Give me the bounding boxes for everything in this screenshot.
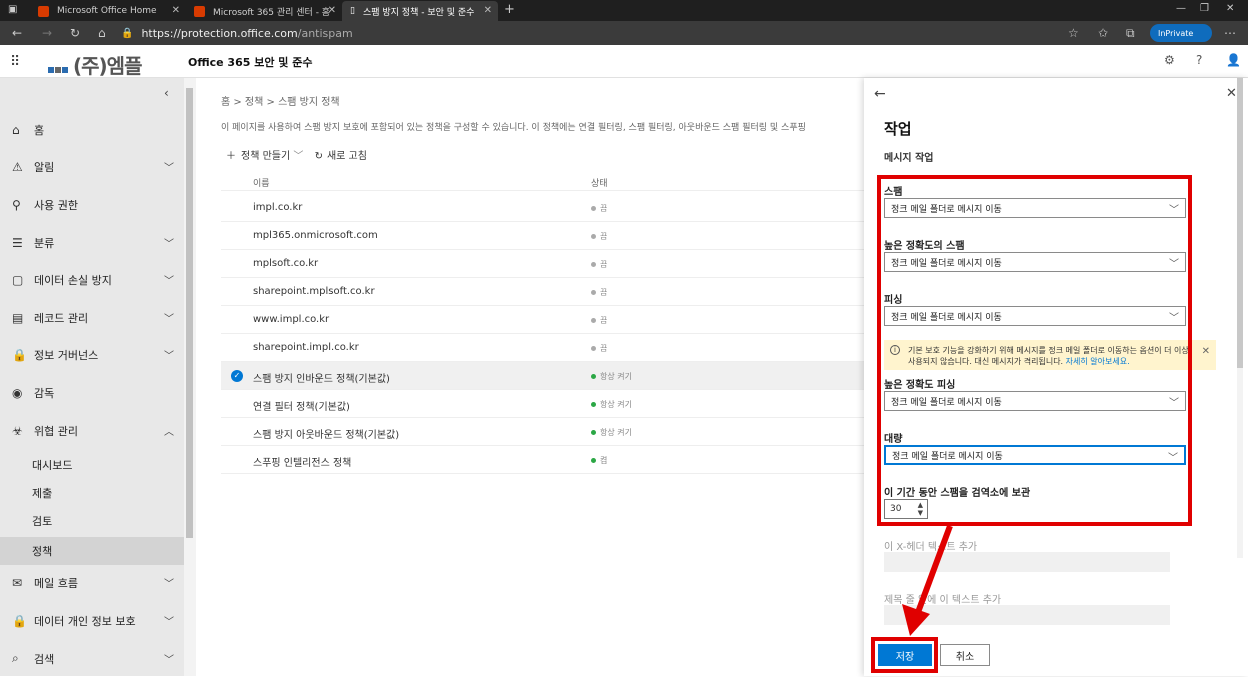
- annotation-arrow: [902, 524, 953, 636]
